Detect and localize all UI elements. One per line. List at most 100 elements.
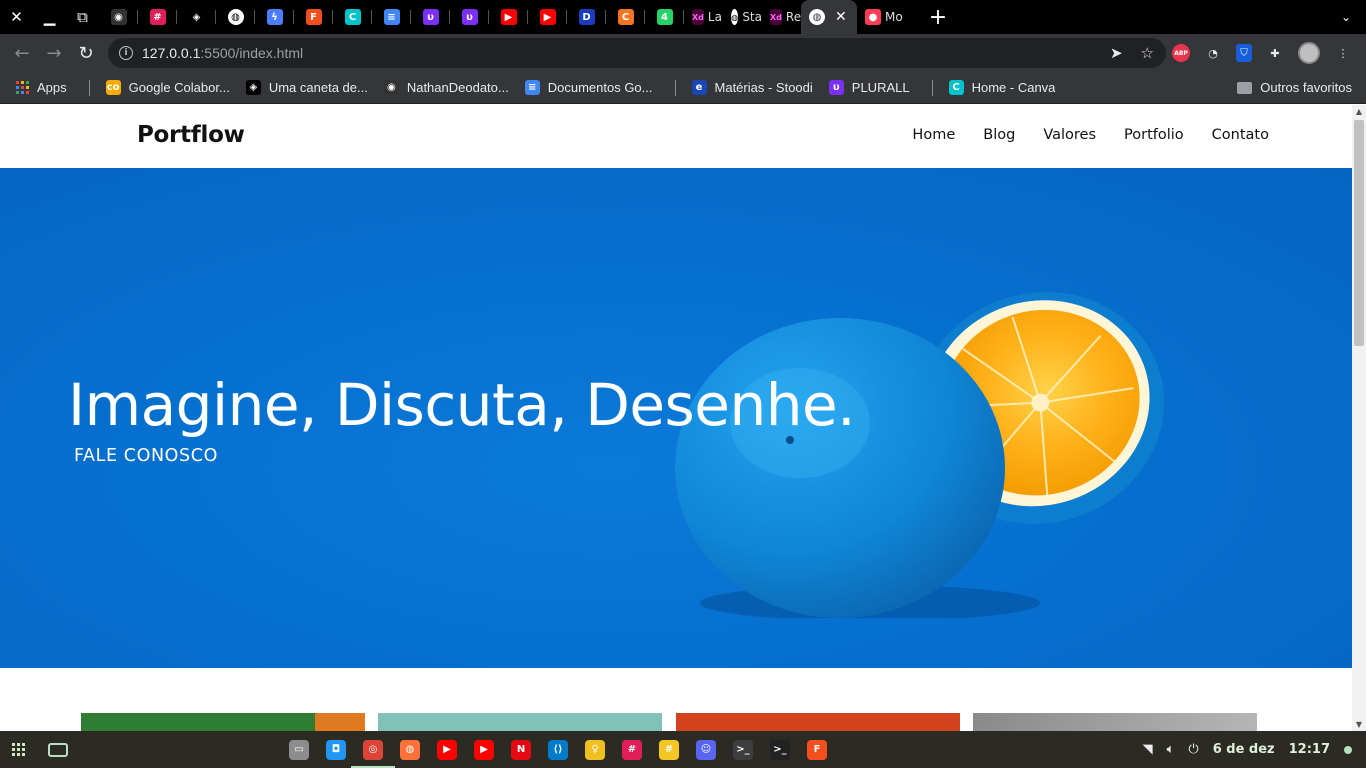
youtube-icon[interactable]: ▶ <box>437 739 457 760</box>
scroll-down-icon[interactable]: ▼ <box>1352 718 1366 731</box>
nav-link-blog[interactable]: Blog <box>983 127 1015 143</box>
send-icon[interactable]: ➤ <box>1110 44 1123 62</box>
bookmark-item[interactable]: e Matérias - Stoodi <box>691 80 813 95</box>
profile-avatar[interactable] <box>1298 42 1320 64</box>
browser-tab-strip: ✕ ▁ ⧉ ◉#◈◍ϟFC≡υυ▶▶DC4 XdLar◍StaXdRe ◍ ✕ … <box>0 0 1366 34</box>
power-icon[interactable]: ⏻ <box>1188 742 1198 757</box>
site-logo[interactable]: Portflow <box>137 122 245 148</box>
tab-close-icon[interactable]: ✕ <box>835 9 847 25</box>
bookmark-label: Google Colabor... <box>128 80 230 95</box>
bookmark-item[interactable]: Apps <box>16 80 67 95</box>
tab-pinned[interactable]: C <box>333 0 372 34</box>
tab-pinned[interactable]: ◍ <box>216 0 255 34</box>
discord-icon[interactable]: ☺ <box>696 739 716 760</box>
tab-pinned[interactable]: ◈ <box>177 0 216 34</box>
bookmark-star-icon[interactable]: ☆ <box>1141 44 1154 62</box>
address-bar[interactable]: i 127.0.0.1:5500/index.html ➤ ☆ <box>108 38 1166 68</box>
vscode-icon[interactable]: ⟨⟩ <box>548 739 568 760</box>
tab-pinned[interactable]: C <box>606 0 645 34</box>
bookmark-other-folder[interactable]: Outros favoritos <box>1237 80 1352 95</box>
nav-link-portfolio[interactable]: Portfolio <box>1124 127 1184 143</box>
nav-link-contato[interactable]: Contato <box>1212 127 1269 143</box>
slack-icon[interactable]: # <box>622 739 642 760</box>
more-menu-icon[interactable]: ⋮ <box>1332 42 1354 64</box>
volume-icon[interactable]: 🔈︎ <box>1167 742 1175 757</box>
window-minimize-icon[interactable]: ▁ <box>33 0 66 34</box>
page-scrollbar[interactable]: ▲ ▼ <box>1352 105 1366 731</box>
nav-link-valores[interactable]: Valores <box>1043 127 1096 143</box>
tab-named[interactable]: ◍ Sta <box>723 0 762 34</box>
slack-icon: # <box>149 9 166 25</box>
hero-banner: Imagine, Discuta, Desenhe. FALE CONOSCO <box>0 168 1352 668</box>
tab-pinned[interactable]: F <box>294 0 333 34</box>
tab-named[interactable]: XdLar <box>684 0 723 34</box>
forward-arrow-icon[interactable]: → <box>38 37 70 69</box>
youtube-icon: ▶ <box>539 9 556 25</box>
extensions-puzzle-icon[interactable]: ✚ <box>1264 42 1286 64</box>
app-launcher-icon[interactable] <box>12 742 26 757</box>
tab-monday[interactable]: ● Mo <box>857 0 913 34</box>
codepen-icon: ◈ <box>245 80 261 95</box>
canva-icon: C <box>344 9 361 25</box>
url-path: :5500/index.html <box>200 45 304 61</box>
tab-pinned[interactable]: # <box>138 0 177 34</box>
window-overview-icon[interactable] <box>48 742 68 757</box>
colab-icon: co <box>105 80 121 95</box>
bookmark-item[interactable]: co Google Colabor... <box>105 80 230 95</box>
youtube-music-icon[interactable]: ▶ <box>474 739 494 760</box>
back-arrow-icon[interactable]: ← <box>6 37 38 69</box>
notification-dot[interactable] <box>1344 745 1352 754</box>
site-nav: Home Blog Valores Portfolio Contato <box>912 127 1269 143</box>
bookmark-item[interactable]: υ PLURALL <box>828 80 910 95</box>
files-icon[interactable]: ▭ <box>289 739 309 760</box>
bookmark-item[interactable]: ◉ NathanDeodato... <box>383 80 509 95</box>
window-close-icon[interactable]: ✕ <box>0 0 33 34</box>
tab-pinned[interactable]: υ <box>450 0 489 34</box>
terminal-icon[interactable]: >_ <box>770 739 790 760</box>
terminal-icon[interactable]: >_ <box>733 739 753 760</box>
tab-named[interactable]: Xd Re <box>762 0 801 34</box>
chrome-icon[interactable]: ◎ <box>351 739 395 768</box>
tray-date[interactable]: 6 de dez <box>1213 742 1275 757</box>
tab-search-chevron-icon[interactable]: ⌄ <box>1326 0 1366 34</box>
portfolio-card-3[interactable] <box>676 713 960 731</box>
extension-gauge-icon[interactable]: ◔ <box>1202 42 1224 64</box>
adblock-plus-icon[interactable]: ABP <box>1172 44 1190 62</box>
url-text[interactable]: 127.0.0.1:5500/index.html <box>142 45 303 61</box>
tab-pinned[interactable]: 4 <box>645 0 684 34</box>
idea-icon[interactable]: ♀ <box>585 739 605 760</box>
tab-pinned[interactable]: ▶ <box>528 0 567 34</box>
store-icon[interactable]: ◘ <box>326 739 346 760</box>
site-info-icon[interactable]: i <box>119 46 133 60</box>
bookmark-item[interactable]: C Home - Canva <box>948 80 1055 95</box>
tab-active[interactable]: ◍ ✕ <box>801 0 857 34</box>
scroll-up-icon[interactable]: ▲ <box>1352 105 1366 118</box>
disney-plus-icon: D <box>578 9 595 25</box>
bitwarden-icon[interactable]: ⛉ <box>1236 44 1252 62</box>
tab-pinned[interactable]: υ <box>411 0 450 34</box>
bookmark-item[interactable]: ◈ Uma caneta de... <box>245 80 368 95</box>
tab-pinned[interactable]: ≡ <box>372 0 411 34</box>
scrollbar-thumb[interactable] <box>1354 120 1364 346</box>
tray-time[interactable]: 12:17 <box>1289 742 1330 757</box>
window-maximize-icon[interactable]: ⧉ <box>66 0 99 34</box>
nav-link-home[interactable]: Home <box>912 127 955 143</box>
hero-cta-link[interactable]: FALE CONOSCO <box>74 446 218 466</box>
tab-pinned[interactable]: ϟ <box>255 0 294 34</box>
youtube-music-icon: ▶ <box>500 9 517 25</box>
figma-icon[interactable]: F <box>807 739 827 760</box>
bookmark-item[interactable]: ≡ Documentos Go... <box>524 80 653 95</box>
new-tab-button[interactable]: + <box>921 0 955 34</box>
notes-icon[interactable]: # <box>659 739 679 760</box>
reload-icon[interactable]: ↻ <box>70 37 102 69</box>
netflix-icon[interactable]: N <box>511 739 531 760</box>
tab-pinned[interactable]: D <box>567 0 606 34</box>
portfolio-card-2[interactable] <box>378 713 662 731</box>
firefox-icon[interactable]: ◍ <box>400 739 420 760</box>
tab-pinned[interactable]: ▶ <box>489 0 528 34</box>
globe-icon: ◍ <box>731 9 739 25</box>
tab-pinned[interactable]: ◉ <box>99 0 138 34</box>
portfolio-card-4[interactable] <box>973 713 1257 731</box>
wifi-icon[interactable]: ◥ <box>1143 742 1153 757</box>
portfolio-card-1[interactable] <box>81 713 365 731</box>
